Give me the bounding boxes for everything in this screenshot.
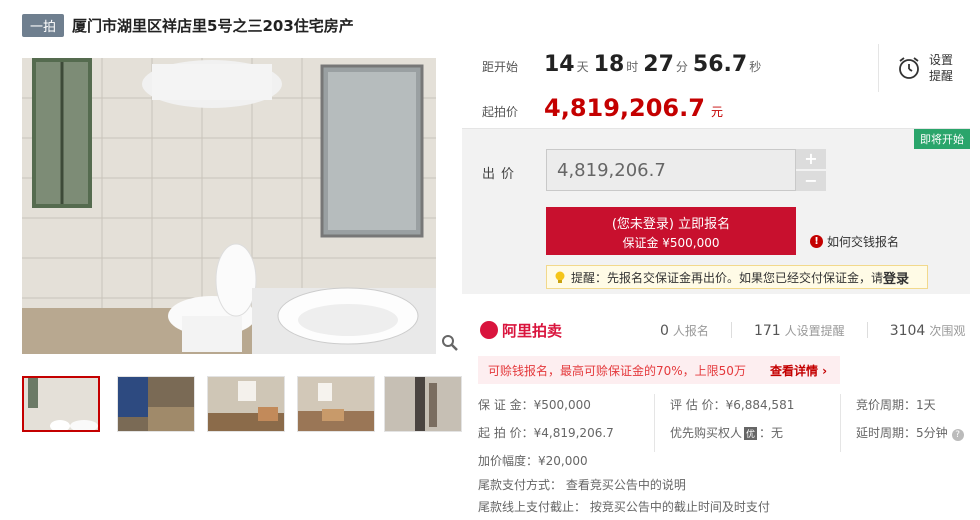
alarm-clock-icon xyxy=(899,57,919,79)
reminder-label: 设置 提醒 xyxy=(929,52,953,84)
promo-details-link[interactable]: 查看详情 › xyxy=(770,362,827,379)
info-deposit: 保 证 金：¥500,000 xyxy=(478,398,591,412)
reminder-line2: 提醒 xyxy=(929,69,954,83)
start-price-unit: 元 xyxy=(710,105,723,119)
brand-name: 阿里拍卖 xyxy=(502,321,563,340)
tip-bar: 提醒：先报名交保证金再出价。如果您已经交付保证金，请 登录 xyxy=(546,265,928,289)
promo-text: 可赊钱报名，最高可赊保证金的70%，上限50万 xyxy=(488,363,746,378)
start-price: 起拍价 4,819,206.7 元 xyxy=(482,94,723,124)
column-divider xyxy=(654,394,655,452)
increase-bid-button[interactable]: + xyxy=(796,149,826,169)
stat-views: 3104 次围观 xyxy=(890,322,966,339)
reminder-line1: 设置 xyxy=(929,53,954,67)
info-appraisal: 评 估 价：¥6,884,581 xyxy=(670,398,795,412)
thumbnail-2[interactable] xyxy=(117,376,195,432)
thumbnail-5[interactable] xyxy=(384,376,462,432)
tip-text: 提醒：先报名交保证金再出价。如果您已经交付保证金，请 xyxy=(571,270,884,285)
info-start-price: 起 拍 价：¥4,819,206.7 xyxy=(478,426,614,440)
countdown-minutes-unit: 分 xyxy=(675,60,688,74)
bid-amount-input[interactable] xyxy=(546,149,796,191)
countdown-hours: 18 xyxy=(593,52,625,77)
divider xyxy=(730,322,732,338)
info-cycle: 竞价周期：1天 xyxy=(856,398,936,412)
thumbnail-strip xyxy=(22,376,462,434)
signup-button[interactable]: (您未登录) 立即报名 保证金 ¥500,000 xyxy=(546,207,796,255)
info-priority-value: ：无 xyxy=(759,426,784,440)
decrease-bid-button[interactable]: − xyxy=(796,171,826,191)
how-to-pay-label: 如何交钱报名 xyxy=(827,235,900,249)
column-divider xyxy=(840,394,841,452)
set-reminder-button[interactable]: 设置 提醒 xyxy=(878,44,974,92)
ali-auction-logo-icon xyxy=(480,321,498,339)
bid-label: 出价 xyxy=(482,167,521,182)
countdown-seconds: 56.7 xyxy=(692,52,748,77)
info-icon: ! xyxy=(810,235,823,248)
status-badge: 即将开始 xyxy=(914,129,970,149)
info-deadline: 尾款线上支付截止： 按竞买公告中的截止时间及时支付 xyxy=(478,500,770,514)
signup-deposit-label: 保证金 ¥500,000 xyxy=(622,236,720,250)
stat-reminders: 171 人设置提醒 xyxy=(754,322,845,339)
start-price-label: 起拍价 xyxy=(482,105,519,119)
thumbnail-3[interactable] xyxy=(207,376,285,432)
countdown-label: 距开始 xyxy=(482,60,519,74)
info-priority-label: 优先购买权人 xyxy=(670,426,743,440)
countdown-minutes: 27 xyxy=(643,52,674,77)
info-payment: 尾款支付方式： 查看竞买公告中的说明 xyxy=(478,478,686,492)
stat-reminders-count: 171 xyxy=(753,322,781,339)
info-delay-text: 延时周期：5分钟 xyxy=(856,426,948,440)
stat-reminders-label: 人设置提醒 xyxy=(784,323,845,338)
start-price-value: 4,819,206.7 xyxy=(544,94,705,122)
signup-button-label: (您未登录) 立即报名 xyxy=(611,217,731,232)
how-to-pay-link[interactable]: ! 如何交钱报名 xyxy=(810,233,899,250)
stat-signups-label: 人报名 xyxy=(672,323,709,338)
countdown-days: 14 xyxy=(544,52,575,77)
info-delay: 延时周期：5分钟? xyxy=(856,424,964,441)
title-row: 一拍 厦门市湖里区祥店里5号之三203住宅房产 xyxy=(22,12,354,38)
countdown-hours-unit: 时 xyxy=(626,60,639,74)
stat-views-label: 次围观 xyxy=(929,323,966,338)
info-increment: 加价幅度：¥20,000 xyxy=(478,454,588,468)
info-priority: 优先购买权人优：无 xyxy=(670,424,783,441)
zoom-icon[interactable] xyxy=(441,334,459,352)
brand: 阿里拍卖 xyxy=(480,320,660,341)
bid-panel: 即将开始 出价 + − (您未登录) 立即报名 保证金 ¥500,000 ! 如… xyxy=(462,128,970,294)
thumbnail-4[interactable] xyxy=(297,376,375,432)
countdown-days-unit: 天 xyxy=(576,60,589,74)
brand-stats-row: 阿里拍卖 0 人报名 171 人设置提醒 3104 次围观 xyxy=(462,312,970,348)
countdown: 距开始 14 天 18 时 27 分 56.7 秒 xyxy=(482,52,766,82)
page-title: 厦门市湖里区祥店里5号之三203住宅房产 xyxy=(72,16,354,35)
main-photo[interactable] xyxy=(22,58,436,354)
stat-signups: 0 人报名 xyxy=(660,322,709,339)
priority-icon: 优 xyxy=(744,427,758,440)
help-icon[interactable]: ? xyxy=(951,429,964,441)
bathroom-photo xyxy=(22,58,436,354)
credit-promo-bar: 可赊钱报名，最高可赊保证金的70%，上限50万 查看详情 › xyxy=(478,356,840,384)
stat-signups-count: 0 xyxy=(660,322,669,339)
divider xyxy=(866,322,868,338)
countdown-seconds-unit: 秒 xyxy=(749,60,762,74)
stat-views-count: 3104 xyxy=(889,322,926,339)
round-badge: 一拍 xyxy=(22,13,65,37)
login-link[interactable]: 登录 xyxy=(883,268,909,287)
thumbnail-1[interactable] xyxy=(22,376,100,432)
lightbulb-icon xyxy=(555,271,565,283)
